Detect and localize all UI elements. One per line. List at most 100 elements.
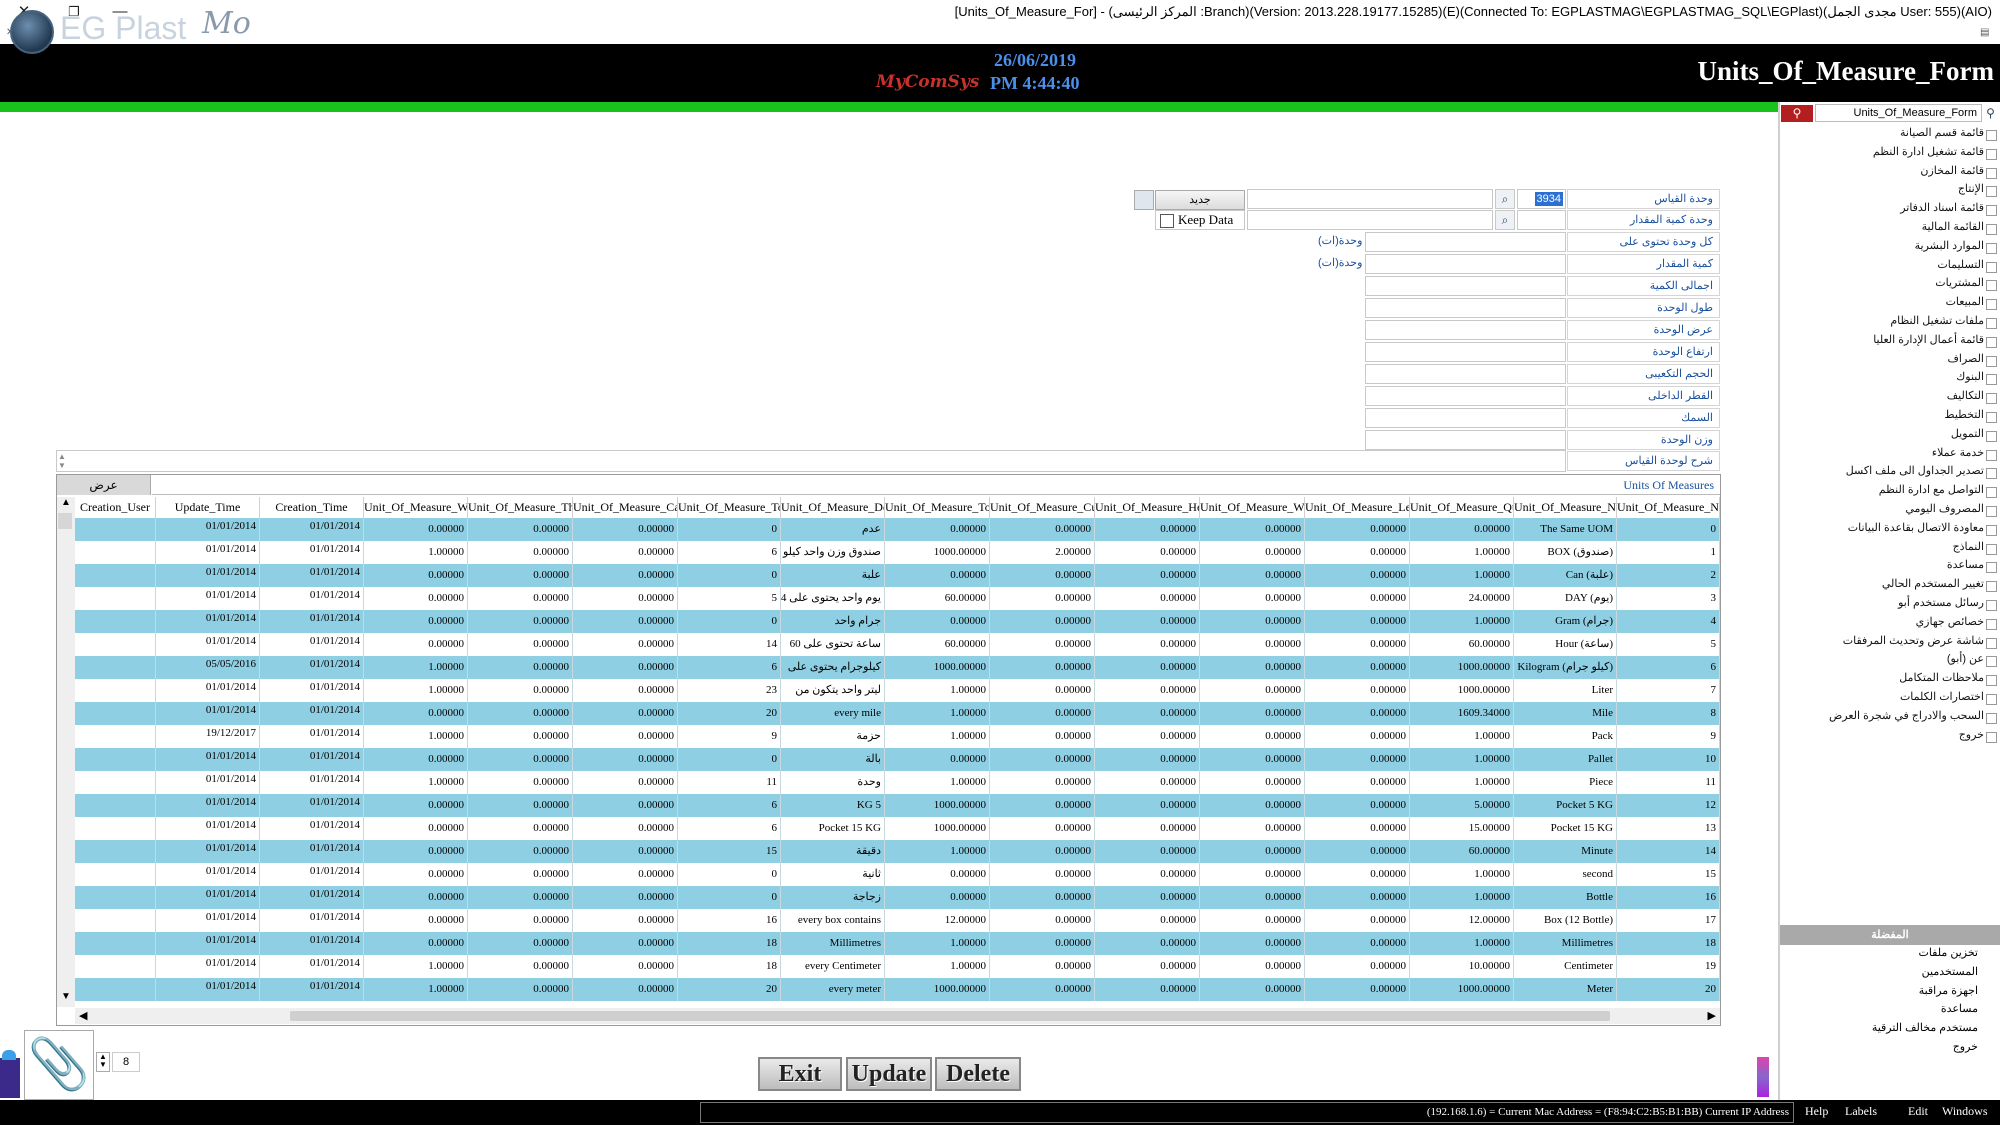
table-cell[interactable] [75,656,156,679]
table-cell[interactable]: 0.00000 [573,656,678,679]
table-cell[interactable]: جرام واحد [781,610,885,633]
field-input[interactable] [1365,430,1566,450]
table-cell[interactable]: 01/01/2014 [156,794,260,817]
nav-item[interactable]: خروج [1959,728,1984,741]
table-cell[interactable]: Gram (جرام) [1514,610,1617,633]
table-cell[interactable]: 0.00000 [1200,702,1305,725]
expand-icon[interactable] [1986,524,1997,536]
column-header[interactable]: Unit_Of_Measure_Wid [1200,497,1305,518]
table-cell[interactable]: 14 [678,633,781,656]
table-cell[interactable] [75,518,156,541]
table-cell[interactable]: 0.00000 [1200,955,1305,978]
expand-icon[interactable] [1986,130,1997,141]
table-cell[interactable]: 0.00000 [990,633,1095,656]
table-cell[interactable]: 01/01/2014 [260,518,364,541]
table-cell[interactable]: 14 [1617,840,1720,863]
expand-icon[interactable] [1986,412,1997,423]
table-row[interactable]: 11 Piece 1.00000 0.00000 0.00000 0.00000 0.000… [75,771,1720,794]
table-cell[interactable]: 23 [678,679,781,702]
table-cell[interactable]: 0.00000 [990,886,1095,909]
nav-search-button[interactable]: ⚲ [1781,105,1813,122]
nav-item[interactable]: رسائل مستخدم أبو [1898,596,1984,609]
table-cell[interactable]: 6 [1617,656,1720,679]
table-cell[interactable]: 0.00000 [1305,679,1410,702]
favorite-item[interactable]: اجهزة مراقبة [1919,984,1978,997]
table-cell[interactable]: 1.00000 [364,978,468,1001]
table-cell[interactable]: 13 [1617,817,1720,840]
nav-search-input[interactable]: Units_Of_Measure_Form [1815,104,1982,122]
table-cell[interactable]: 1.00000 [364,679,468,702]
menu-item[interactable]: Help [1805,1104,1828,1119]
table-cell[interactable]: 0.00000 [990,656,1095,679]
table-cell[interactable]: 0.00000 [1095,863,1200,886]
expand-icon[interactable] [1986,449,1997,461]
table-cell[interactable]: 01/01/2014 [260,725,364,748]
table-cell[interactable]: 0.00000 [1200,817,1305,840]
expand-icon[interactable] [1986,242,1997,254]
quantity-uom-name[interactable] [1247,210,1493,230]
table-cell[interactable] [75,909,156,932]
grid-vertical-scrollbar[interactable]: ▲ ▼ [57,497,75,1007]
nav-item[interactable]: قائمة اسناد الدفاتر [1900,201,1984,214]
table-cell[interactable]: 01/01/2014 [156,817,260,840]
table-cell[interactable]: 01/01/2014 [260,978,364,1001]
table-cell[interactable]: 12.00000 [1410,909,1514,932]
table-cell[interactable]: 60.00000 [1410,840,1514,863]
nav-item[interactable]: الصراف [1948,352,1984,365]
expand-icon[interactable] [1986,731,1997,743]
table-cell[interactable]: 0.00000 [364,633,468,656]
table-row[interactable]: 13 Pocket 15 KG 15.00000 0.00000 0.00000 0.00… [75,817,1720,840]
field-input[interactable] [1365,320,1566,340]
nav-item[interactable]: شاشة عرض وتحديث المرفقات [1843,634,1984,647]
table-cell[interactable]: 01/01/2014 [260,886,364,909]
menu-item[interactable]: Windows [1942,1104,1988,1119]
table-cell[interactable]: 10.00000 [1410,955,1514,978]
table-cell[interactable] [75,863,156,886]
record-spin-value[interactable]: 8 [112,1052,140,1072]
table-cell[interactable]: كيلوجرام يحتوى على [781,656,885,679]
table-cell[interactable]: Pocket 5 KG [1514,794,1617,817]
table-cell[interactable]: 0.00000 [885,748,990,771]
table-cell[interactable]: 0.00000 [573,771,678,794]
table-cell[interactable]: 0.00000 [468,679,573,702]
table-cell[interactable]: 0.00000 [1200,909,1305,932]
table-cell[interactable]: 0.00000 [468,587,573,610]
table-cell[interactable] [75,702,156,725]
table-cell[interactable]: 1.00000 [885,771,990,794]
field-input[interactable] [1365,232,1566,252]
table-cell[interactable]: 0.00000 [573,909,678,932]
table-cell[interactable]: 0 [678,863,781,886]
table-cell[interactable]: Millimetres [1514,932,1617,955]
table-cell[interactable]: 6 [678,817,781,840]
table-cell[interactable]: 0.00000 [1095,656,1200,679]
table-cell[interactable]: لیتر واحد یتکون من [781,679,885,702]
table-cell[interactable] [75,679,156,702]
table-cell[interactable]: عدم [781,518,885,541]
field-input[interactable] [1365,364,1566,384]
table-cell[interactable] [75,725,156,748]
table-cell[interactable]: 0.00000 [573,886,678,909]
table-cell[interactable]: 01/01/2014 [156,610,260,633]
column-header[interactable]: Unit_Of_Measure_Nar [1514,497,1617,518]
table-cell[interactable]: 01/01/2014 [260,679,364,702]
table-cell[interactable]: 12 [1617,794,1720,817]
table-cell[interactable]: 0.00000 [990,771,1095,794]
nav-item[interactable]: القائمة المالية [1922,220,1984,233]
table-cell[interactable]: 01/01/2014 [260,909,364,932]
nav-item[interactable]: المصروف اليومي [1905,502,1984,515]
table-cell[interactable]: 0.00000 [573,863,678,886]
uom-id-field[interactable]: 3934 [1517,189,1566,209]
table-cell[interactable]: 0.00000 [1095,564,1200,587]
expand-icon[interactable] [1986,506,1997,517]
table-cell[interactable]: every meter [781,978,885,1001]
table-cell[interactable]: 0.00000 [1200,564,1305,587]
table-cell[interactable]: 01/01/2014 [260,771,364,794]
table-cell[interactable]: 0.00000 [1305,978,1410,1001]
table-cell[interactable]: 0.00000 [1410,518,1514,541]
column-header[interactable]: Unit_Of_Measure_Thick [468,497,573,518]
table-cell[interactable] [75,817,156,840]
table-cell[interactable]: 20 [1617,978,1720,1001]
table-cell[interactable] [75,955,156,978]
table-cell[interactable] [75,932,156,955]
table-cell[interactable]: 18 [678,932,781,955]
